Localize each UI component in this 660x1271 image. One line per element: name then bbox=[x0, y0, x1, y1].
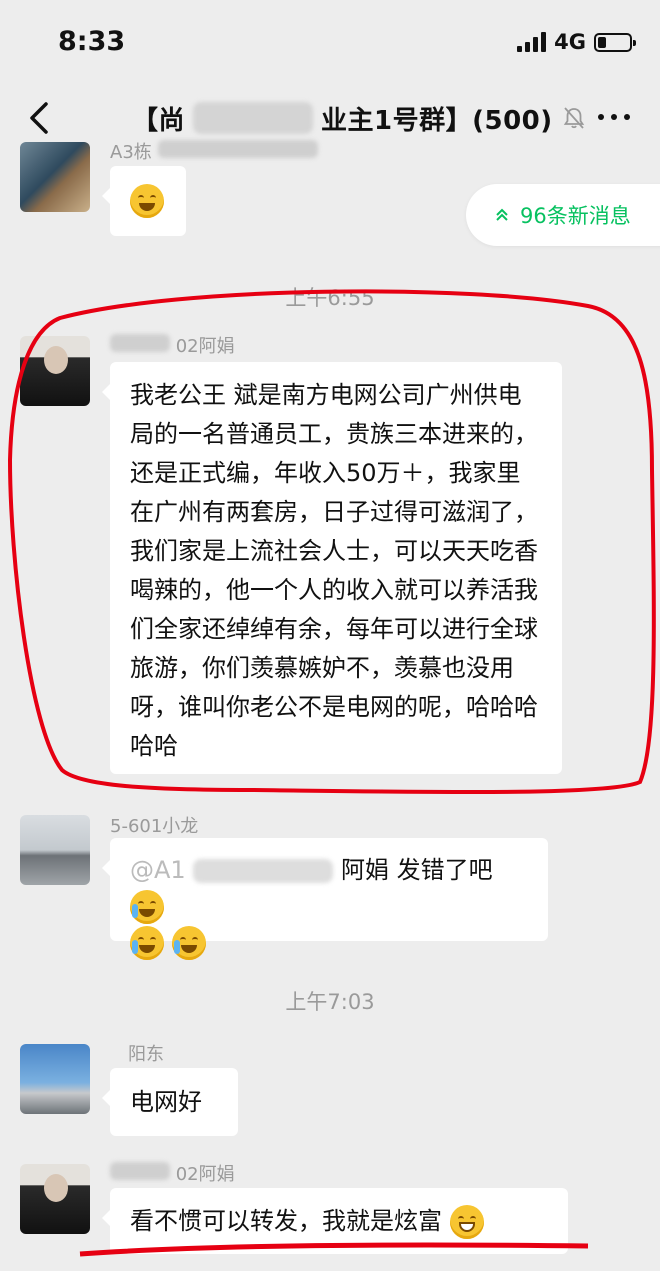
message-bubble[interactable] bbox=[102, 166, 186, 236]
battery-level bbox=[598, 36, 606, 48]
group-title-right: 业主1号群】(500) bbox=[321, 105, 553, 136]
avatar[interactable] bbox=[20, 815, 90, 885]
avatar[interactable] bbox=[20, 1164, 90, 1234]
laugh-cry-emoji-icon bbox=[130, 926, 164, 960]
sender-name: 02阿娟 bbox=[110, 332, 235, 358]
battery-icon bbox=[594, 32, 636, 52]
sender-name: 阳东 bbox=[128, 1044, 164, 1065]
signal-icon bbox=[517, 32, 547, 52]
group-title[interactable]: 【尚 业主1号群】(500) bbox=[132, 98, 587, 138]
avatar[interactable] bbox=[20, 336, 90, 406]
message-bubble[interactable]: 电网好 bbox=[102, 1068, 238, 1136]
status-time: 8:33 bbox=[58, 26, 126, 57]
more-dots-icon[interactable] bbox=[598, 114, 630, 120]
double-chevron-up-icon bbox=[496, 208, 508, 221]
message-bubble[interactable]: 我老公王 斌是南方电网公司广州供电局的一名普通员工，贵族三本进来的，还是正式编，… bbox=[102, 362, 562, 774]
facepalm-emoji-icon bbox=[130, 184, 164, 218]
network-type: 4G bbox=[554, 30, 586, 54]
chat-header: 【尚 业主1号群】(500) bbox=[0, 84, 660, 150]
grin-emoji-icon bbox=[449, 1205, 484, 1239]
status-bar: 8:33 4G bbox=[0, 0, 660, 80]
message-bubble[interactable]: 看不惯可以转发，我就是炫富 bbox=[102, 1188, 568, 1254]
sender-name: 5-601小龙 bbox=[110, 816, 199, 837]
laugh-cry-emoji-icon bbox=[171, 926, 206, 960]
status-indicators: 4G bbox=[517, 28, 636, 56]
group-title-left: 【尚 bbox=[132, 105, 186, 136]
bell-off-icon bbox=[563, 107, 584, 129]
back-arrow-icon[interactable] bbox=[22, 98, 58, 138]
message-bubble[interactable]: @A1 阿娟 发错了吧 bbox=[102, 838, 548, 960]
sender-name: A3栋 bbox=[110, 138, 318, 164]
avatar[interactable] bbox=[20, 1044, 90, 1114]
sender-name: 02阿娟 bbox=[110, 1160, 235, 1186]
avatar[interactable] bbox=[20, 142, 90, 212]
laugh-cry-emoji-icon bbox=[130, 890, 164, 924]
redacted-title bbox=[193, 102, 314, 134]
new-messages-label: 96条新消息 bbox=[520, 204, 631, 228]
new-messages-button[interactable]: 96条新消息 bbox=[466, 184, 660, 246]
timestamp: 上午6:55 bbox=[285, 286, 375, 310]
timestamp: 上午7:03 bbox=[285, 990, 375, 1014]
